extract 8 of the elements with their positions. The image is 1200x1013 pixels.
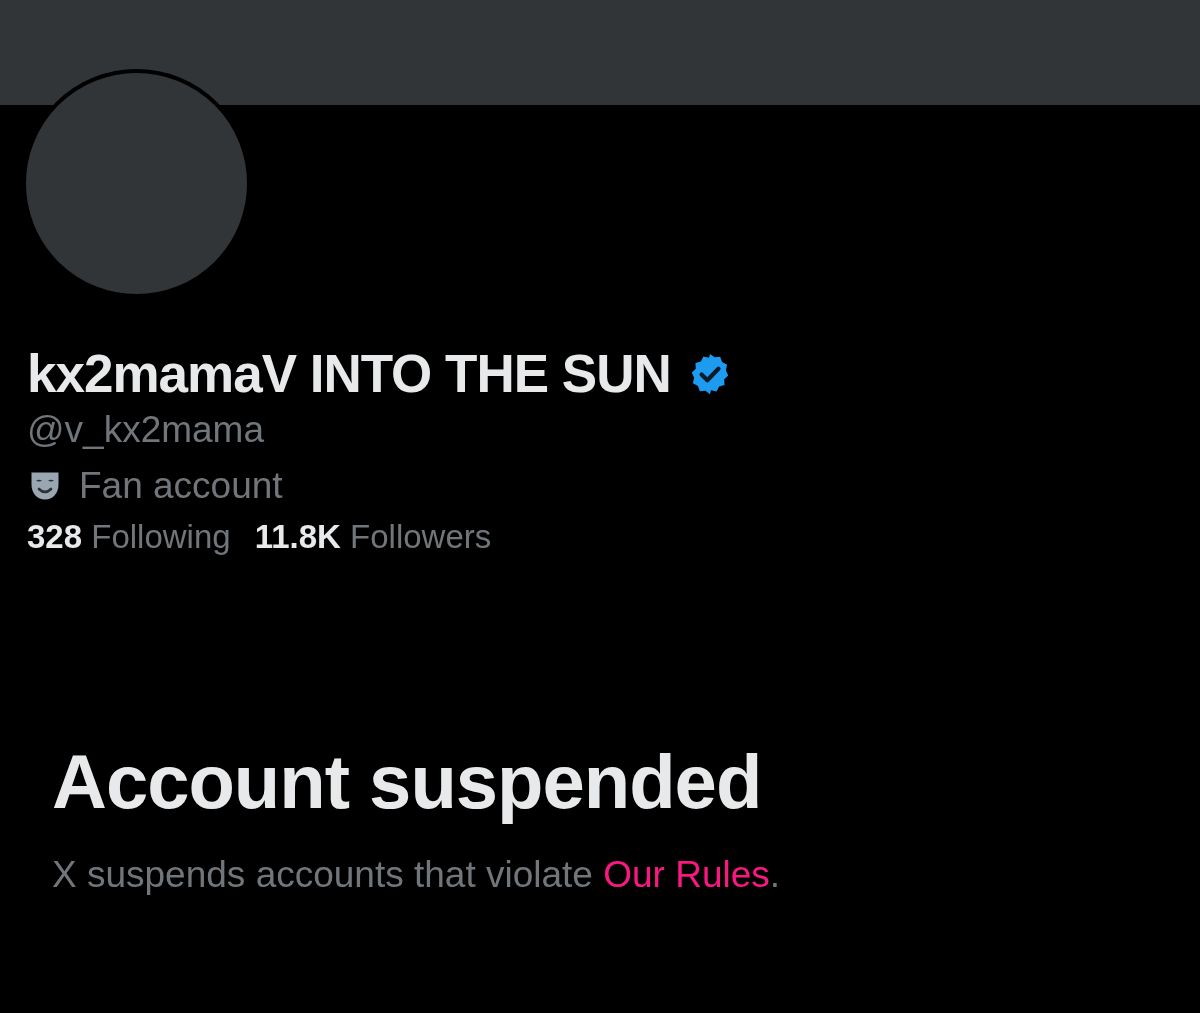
suspension-message: X suspends accounts that violate Our Rules.	[52, 853, 782, 898]
rules-link[interactable]: Our Rules	[603, 854, 770, 896]
category-label: Fan account	[79, 464, 283, 508]
username: @v_kx2mama	[27, 407, 265, 452]
followers-link[interactable]: 11.8K Followers	[254, 512, 492, 562]
display-name: kx2mamaV INTO THE SUN	[27, 343, 671, 405]
suspended-heading: Account suspended	[52, 739, 763, 824]
following-link[interactable]: 328 Following	[27, 512, 231, 562]
